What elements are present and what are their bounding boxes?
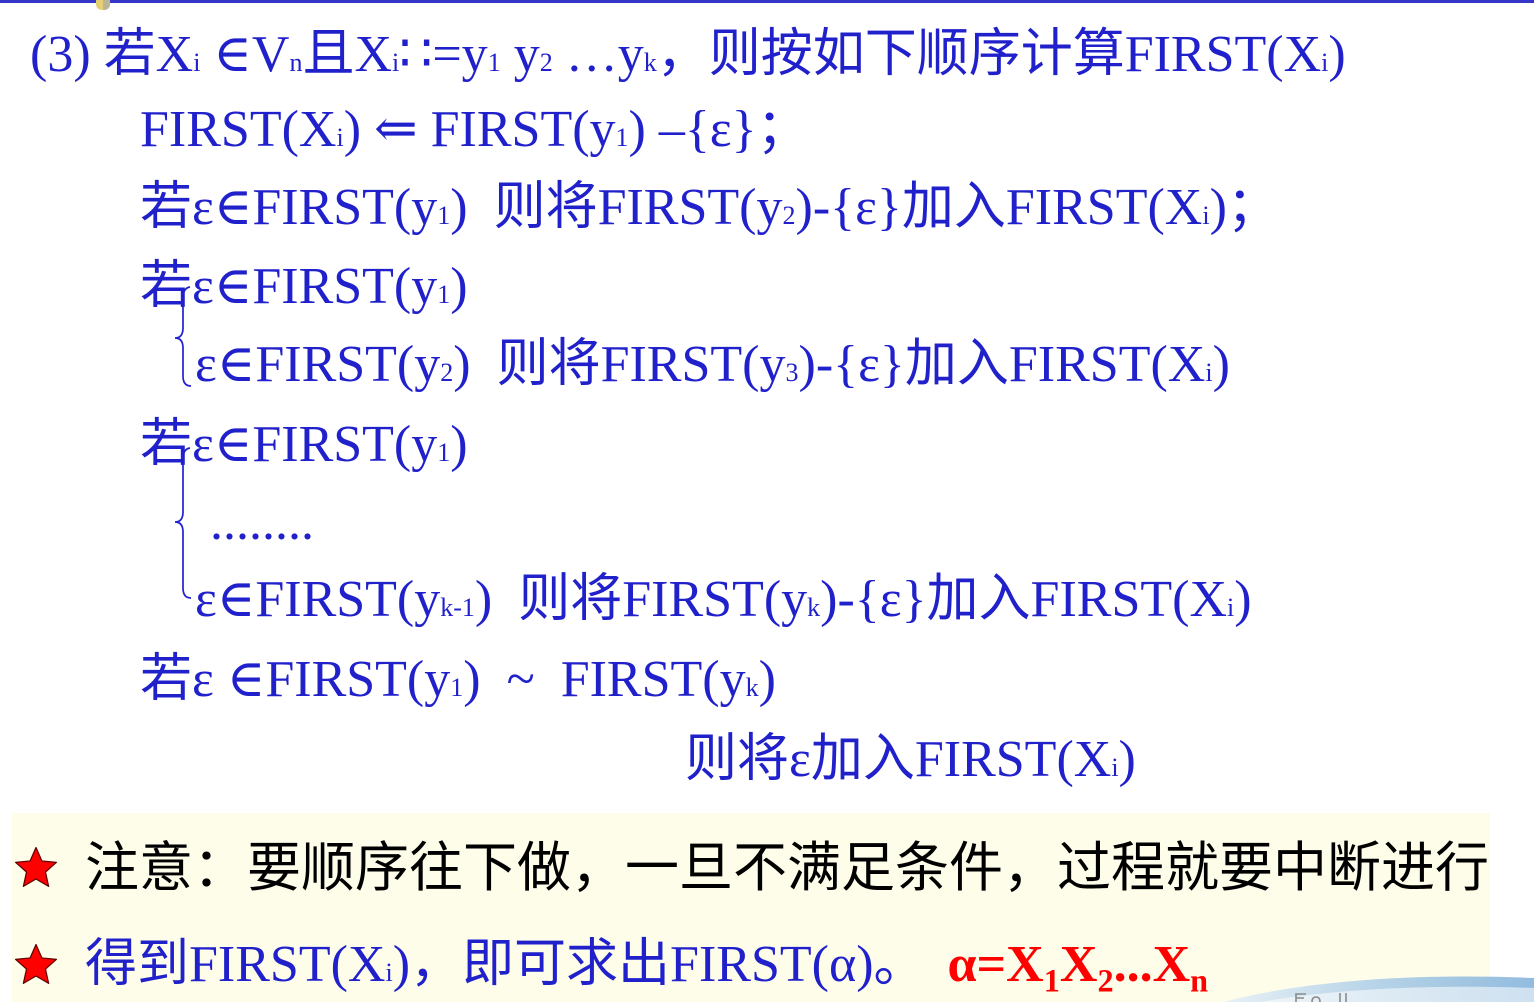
star-icon: [14, 847, 58, 887]
text-run: ...X: [1113, 936, 1191, 993]
text-run: 注意：要顺序往下做，一旦不满足条件，过程就要中断进行: [85, 836, 1489, 899]
curly-brace-icon: [174, 447, 192, 599]
subscript: i: [385, 958, 393, 987]
text-run: X: [1059, 936, 1098, 993]
star-shape: [14, 944, 58, 984]
text-run: α=X: [947, 936, 1044, 993]
star-icon: [14, 944, 58, 984]
swoosh-logo-icon: [1224, 976, 1534, 1002]
subscript: 1: [1043, 962, 1060, 999]
slide: (3) 若Xi ∈Vn且Xi∷=y1 y2 …yk，则按如下顺序计算FIRST(…: [0, 0, 1534, 1002]
note-item-order: 注意：要顺序往下做，一旦不满足条件，过程就要中断进行: [12, 838, 1490, 898]
curly-brace-icon: [174, 286, 192, 387]
text-run: )，即可求出FIRST(α)。: [392, 936, 926, 993]
alpha-formula: α=X1X2...Xn: [947, 936, 1209, 996]
note-text: 注意：要顺序往下做，一旦不满足条件，过程就要中断进行: [85, 838, 1489, 898]
text-run: 得到FIRST(X: [85, 936, 386, 993]
note-text: 得到FIRST(Xi)，即可求出FIRST(α)。 α=X1X2...Xn: [85, 935, 1209, 996]
star-shape: [14, 847, 58, 887]
note-sentence: 得到FIRST(Xi)，即可求出FIRST(α)。: [85, 936, 926, 993]
subscript: 2: [1097, 962, 1114, 999]
